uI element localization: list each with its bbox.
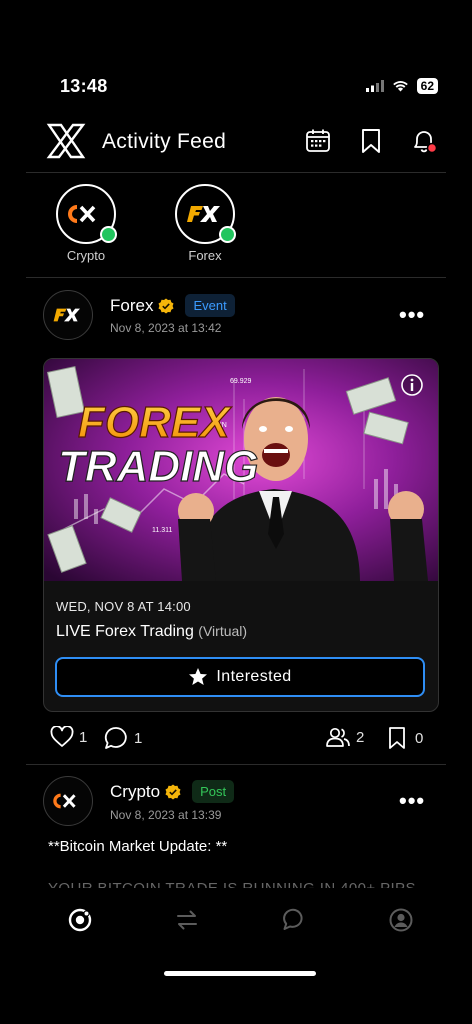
nav-chat-icon[interactable]: [281, 907, 307, 938]
story-label: Forex: [188, 248, 222, 263]
save-action[interactable]: 0: [388, 726, 423, 750]
verified-icon: [165, 784, 181, 799]
event-banner-image: 69.929 11.311 ANN FOREX TRADING: [44, 359, 438, 581]
calendar-icon[interactable]: [305, 128, 331, 159]
notification-dot: [426, 142, 438, 154]
online-indicator: [100, 226, 117, 243]
comment-icon: [104, 727, 127, 749]
forex-logo-icon: [187, 206, 220, 222]
forex-avatar: [175, 184, 236, 244]
like-count: 1: [79, 728, 88, 746]
post-type-badge: Event: [185, 294, 235, 317]
post-date: Nov 8, 2023 at 13:42: [110, 321, 222, 335]
banner-headline-1: FOREX: [78, 398, 232, 447]
banner-headline-2: TRADING: [58, 442, 258, 491]
online-indicator: [219, 226, 236, 243]
home-indicator: [164, 971, 316, 976]
star-icon: [189, 668, 208, 685]
status-time: 13:48: [60, 76, 108, 96]
event-title-text: LIVE Forex Trading: [56, 623, 194, 640]
nav-swap-icon[interactable]: [174, 907, 200, 938]
verified-icon: [158, 298, 174, 313]
post-header-forex: Forex Event: [110, 294, 235, 317]
post-avatar-forex[interactable]: [43, 290, 93, 340]
comment-count: 1: [134, 729, 143, 747]
post-body: **Bitcoin Market Update: **: [48, 838, 228, 855]
crypto-logo-icon: [53, 793, 76, 809]
event-card[interactable]: 69.929 11.311 ANN FOREX TRADING WED, NOV…: [43, 358, 439, 712]
post-body-continued: YOUR BITCOIN TRADE IS RUNNING IN 400+ PI…: [48, 880, 416, 888]
post-header-crypto: Crypto Post: [110, 780, 235, 803]
more-options-icon[interactable]: •••: [399, 788, 425, 814]
heart-icon: [50, 726, 74, 747]
post-type-badge: Post: [192, 780, 235, 803]
interested-label: Interested: [216, 668, 292, 685]
forex-logo-icon: [53, 308, 80, 322]
header-divider: [26, 172, 446, 173]
event-date: WED, NOV 8 AT 14:00: [56, 599, 191, 614]
nav-profile-icon[interactable]: [388, 907, 414, 938]
story-crypto[interactable]: Crypto: [44, 184, 128, 263]
nav-home-icon[interactable]: [67, 907, 93, 938]
interested-button[interactable]: Interested: [55, 657, 425, 697]
save-count: 0: [415, 729, 424, 747]
info-icon[interactable]: [401, 374, 423, 396]
app-logo-icon: [46, 123, 86, 164]
comment-action[interactable]: 1: [104, 726, 142, 750]
people-icon: [326, 727, 350, 747]
event-title: LIVE Forex Trading (Virtual): [56, 623, 247, 641]
bookmark-icon: [389, 727, 405, 749]
bookmark-icon[interactable]: [361, 128, 381, 159]
signal-icon: [365, 80, 384, 92]
banner-number: 11.311: [152, 527, 172, 534]
post-author[interactable]: Crypto: [110, 782, 160, 802]
stories-divider: [26, 277, 446, 278]
banner-number: 69.929: [230, 378, 252, 385]
story-label: Crypto: [66, 248, 106, 263]
post-author[interactable]: Forex: [110, 296, 153, 316]
crypto-avatar: [56, 184, 117, 244]
more-options-icon[interactable]: •••: [399, 302, 425, 328]
status-icons: 62: [365, 78, 438, 94]
post-divider: [26, 764, 446, 765]
story-forex[interactable]: Forex: [163, 184, 247, 263]
wifi-icon: [392, 81, 408, 92]
event-location: (Virtual): [198, 623, 248, 639]
battery-level: 62: [416, 78, 438, 94]
crypto-logo-icon: [68, 205, 96, 223]
like-action[interactable]: 1: [50, 726, 87, 748]
bell-icon[interactable]: [411, 128, 439, 161]
page-title: Activity Feed: [102, 130, 227, 153]
attendees-action[interactable]: 2: [325, 726, 364, 748]
attendee-count: 2: [356, 728, 365, 746]
post-date: Nov 8, 2023 at 13:39: [110, 808, 222, 822]
post-avatar-crypto[interactable]: [43, 776, 93, 826]
